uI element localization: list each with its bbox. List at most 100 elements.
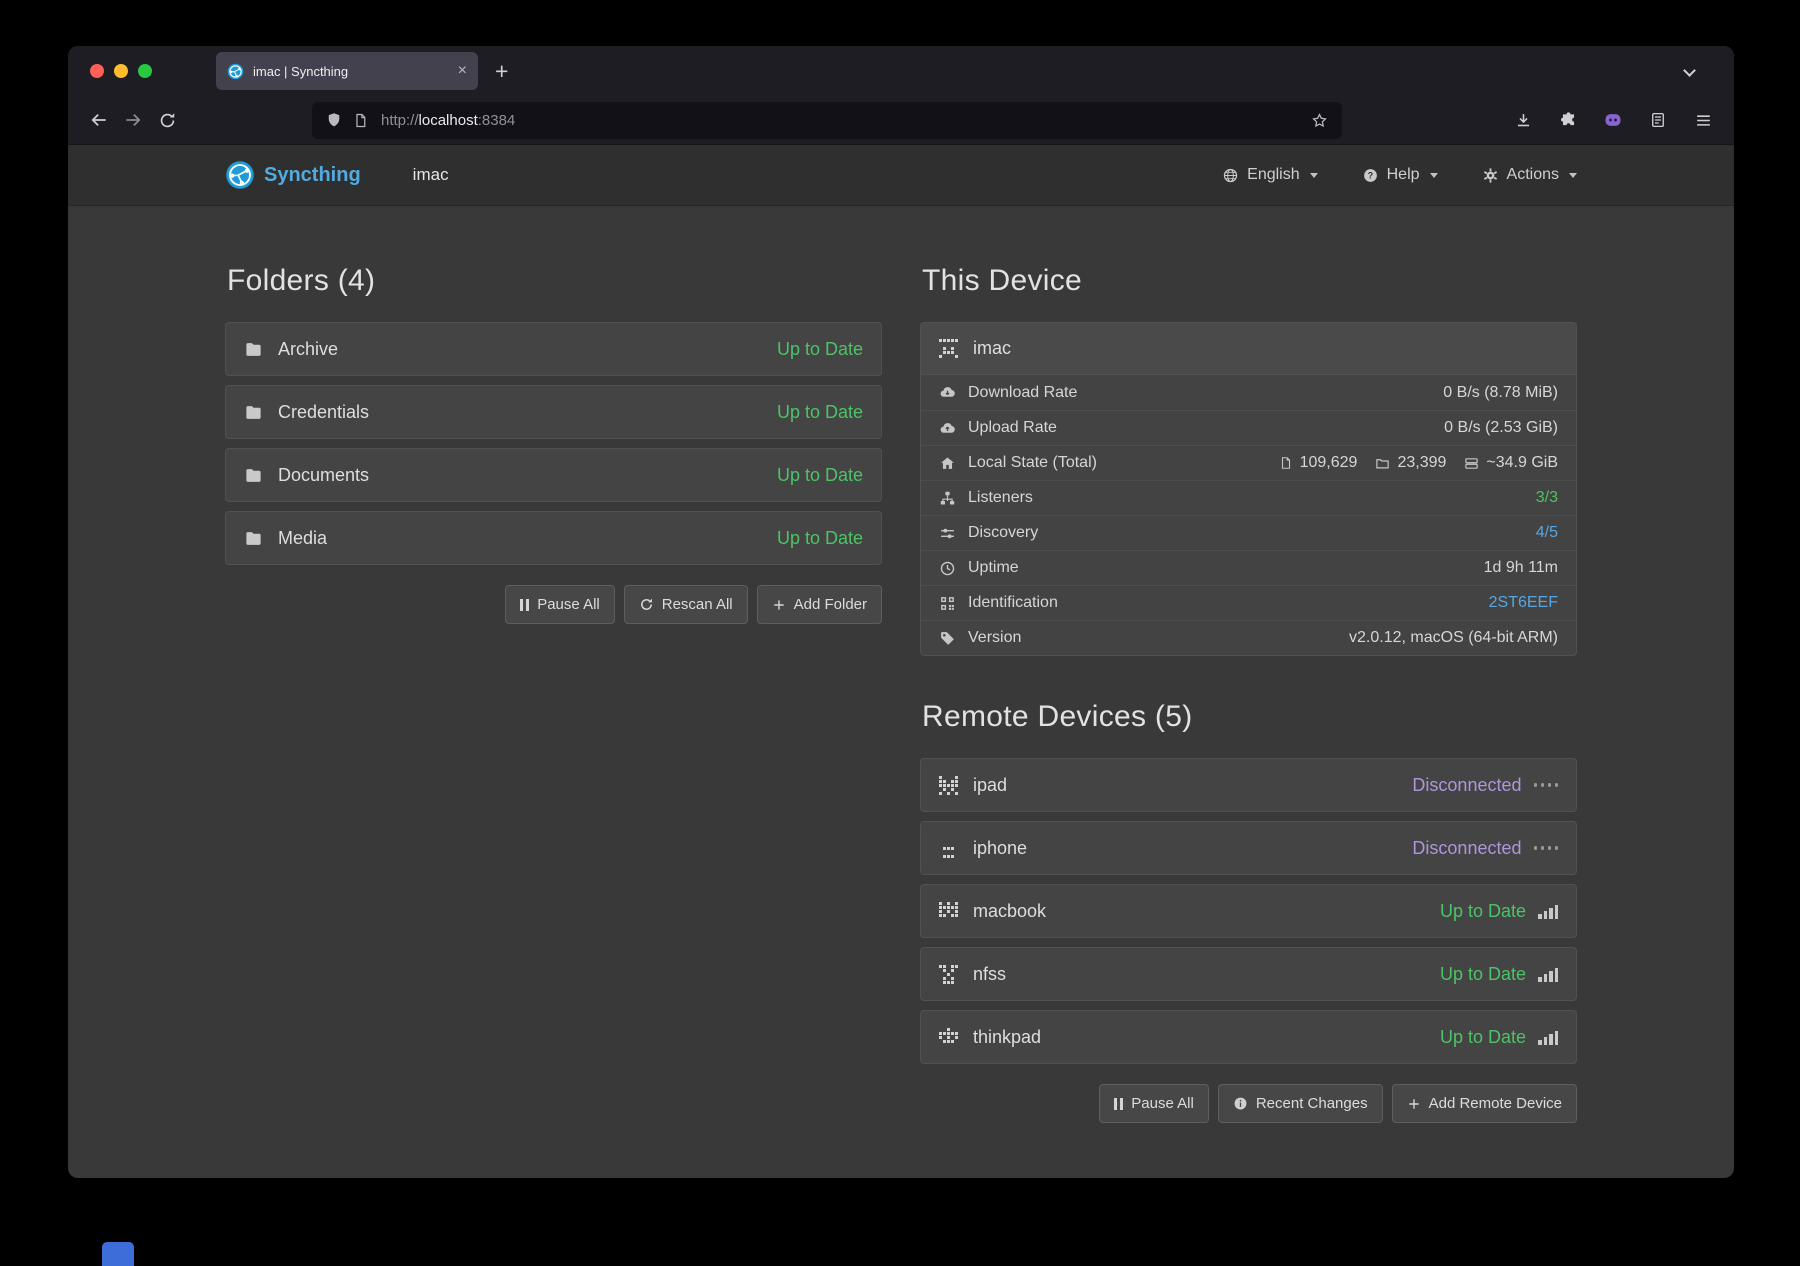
menu-hamburger-icon[interactable] xyxy=(1686,103,1720,137)
shield-icon[interactable] xyxy=(325,111,343,129)
syncthing-logo[interactable]: Syncthing xyxy=(225,160,361,190)
device-identicon-icon xyxy=(939,339,958,358)
device-row[interactable]: thinkpad Up to Date xyxy=(920,1010,1577,1064)
downloads-icon[interactable] xyxy=(1506,103,1540,137)
device-row[interactable]: iphone Disconnected xyxy=(920,821,1577,875)
close-window-button[interactable] xyxy=(90,64,104,78)
device-status: Disconnected xyxy=(1412,838,1521,859)
device-identicon-icon xyxy=(939,776,958,795)
profile-avatar-icon[interactable] xyxy=(1596,103,1630,137)
add-folder-button[interactable]: Add Folder xyxy=(757,585,882,624)
folder-status: Up to Date xyxy=(777,465,863,486)
folder-row[interactable]: Credentials Up to Date xyxy=(225,385,882,439)
this-device-panel[interactable]: imac Download Rate 0 B/s (8.78 MiB) xyxy=(920,322,1577,656)
qr-code-icon xyxy=(939,595,956,612)
bookmark-star-icon[interactable] xyxy=(1310,111,1329,130)
browser-window: imac | Syncthing × + http://localhost:83… xyxy=(68,46,1734,1178)
back-button[interactable] xyxy=(82,103,116,137)
folder-name: Archive xyxy=(278,339,338,360)
plus-icon xyxy=(1407,1097,1421,1111)
device-status: Up to Date xyxy=(1440,964,1526,985)
gear-icon xyxy=(1482,167,1499,184)
device-identicon-icon xyxy=(939,902,958,921)
browser-tab[interactable]: imac | Syncthing × xyxy=(216,52,478,90)
tab-bar: imac | Syncthing × + xyxy=(68,46,1734,96)
url-text: http://localhost:8384 xyxy=(381,112,515,129)
actions-menu[interactable]: Actions xyxy=(1482,166,1577,184)
file-icon xyxy=(1279,456,1293,470)
forward-button[interactable] xyxy=(116,103,150,137)
syncthing-navbar: Syncthing imac English ? Help xyxy=(68,145,1734,206)
page-info-icon[interactable] xyxy=(352,112,369,129)
signal-dots-icon xyxy=(1534,846,1559,850)
folder-row[interactable]: Documents Up to Date xyxy=(225,448,882,502)
device-name: ipad xyxy=(973,775,1007,796)
folder-status: Up to Date xyxy=(777,528,863,549)
language-menu-label: English xyxy=(1247,166,1299,184)
cloud-upload-icon xyxy=(939,420,956,437)
upload-rate-value: 0 B/s (2.53 GiB) xyxy=(1444,419,1558,437)
navbar-menus: English ? Help Actions xyxy=(1222,166,1577,184)
folder-name: Documents xyxy=(278,465,369,486)
download-rate-value: 0 B/s (8.78 MiB) xyxy=(1443,384,1558,402)
pause-icon xyxy=(1114,1098,1123,1110)
device-identicon-icon xyxy=(939,965,958,984)
storage-drive-icon xyxy=(1464,456,1479,471)
version-value: v2.0.12, macOS (64-bit ARM) xyxy=(1349,629,1558,647)
pause-all-devices-button[interactable]: Pause All xyxy=(1099,1084,1209,1123)
devices-actions: Pause All Recent Changes Add Remote Devi… xyxy=(920,1084,1577,1123)
device-name: nfss xyxy=(973,964,1006,985)
this-device-name: imac xyxy=(973,338,1011,359)
identification-link[interactable]: 2ST6EEF xyxy=(1489,594,1558,612)
this-device-heading: This Device xyxy=(922,264,1577,298)
reader-view-icon[interactable] xyxy=(1641,103,1675,137)
minimize-window-button[interactable] xyxy=(114,64,128,78)
toolbar-actions xyxy=(1506,103,1720,137)
help-menu[interactable]: ? Help xyxy=(1362,166,1438,184)
rescan-all-button[interactable]: Rescan All xyxy=(624,585,748,624)
recent-changes-button[interactable]: Recent Changes xyxy=(1218,1084,1383,1123)
device-row[interactable]: nfss Up to Date xyxy=(920,947,1577,1001)
device-status: Up to Date xyxy=(1440,1027,1526,1048)
uptime-value: 1d 9h 11m xyxy=(1484,559,1558,577)
devices-column: This Device imac Download Rate 0 B/s (8.… xyxy=(920,264,1577,1123)
folder-row[interactable]: Media Up to Date xyxy=(225,511,882,565)
actions-menu-label: Actions xyxy=(1507,166,1559,184)
language-menu[interactable]: English xyxy=(1222,166,1317,184)
device-row[interactable]: macbook Up to Date xyxy=(920,884,1577,938)
cloud-download-icon xyxy=(939,384,956,401)
device-status: Up to Date xyxy=(1440,901,1526,922)
folder-icon xyxy=(244,529,263,548)
stat-row-local-state: Local State (Total) 109,629 23,399 ~34.9… xyxy=(921,445,1576,480)
pause-icon xyxy=(520,599,529,611)
folder-icon xyxy=(244,403,263,422)
stat-row-listeners: Listeners 3/3 xyxy=(921,480,1576,515)
discovery-value: 4/5 xyxy=(1536,524,1558,542)
reload-button[interactable] xyxy=(150,103,184,137)
signal-bars-icon xyxy=(1538,967,1558,982)
device-identicon-icon xyxy=(939,839,958,858)
folder-row[interactable]: Archive Up to Date xyxy=(225,322,882,376)
current-device-name: imac xyxy=(413,165,449,185)
background-window-fragment xyxy=(102,1242,134,1266)
extensions-puzzle-icon[interactable] xyxy=(1551,103,1585,137)
folder-list: Archive Up to Date Credentials Up to Dat… xyxy=(225,322,882,565)
new-tab-button[interactable]: + xyxy=(495,58,508,85)
folders-column: Folders (4) Archive Up to Date xyxy=(225,264,882,1123)
device-status: Disconnected xyxy=(1412,775,1521,796)
pause-all-folders-button[interactable]: Pause All xyxy=(505,585,615,624)
tab-close-icon[interactable]: × xyxy=(458,63,467,79)
device-row[interactable]: ipad Disconnected xyxy=(920,758,1577,812)
question-circle-icon: ? xyxy=(1362,167,1379,184)
zoom-window-button[interactable] xyxy=(138,64,152,78)
this-device-header[interactable]: imac xyxy=(921,323,1576,375)
folder-small-icon xyxy=(1375,456,1390,471)
caret-down-icon xyxy=(1569,173,1577,178)
folder-status: Up to Date xyxy=(777,402,863,423)
tab-overflow-chevron-icon[interactable] xyxy=(1685,66,1694,75)
folder-name: Media xyxy=(278,528,327,549)
stat-row-discovery: Discovery 4/5 xyxy=(921,515,1576,550)
address-bar[interactable]: http://localhost:8384 xyxy=(312,102,1342,139)
tag-icon xyxy=(939,630,956,647)
add-remote-device-button[interactable]: Add Remote Device xyxy=(1392,1084,1577,1123)
